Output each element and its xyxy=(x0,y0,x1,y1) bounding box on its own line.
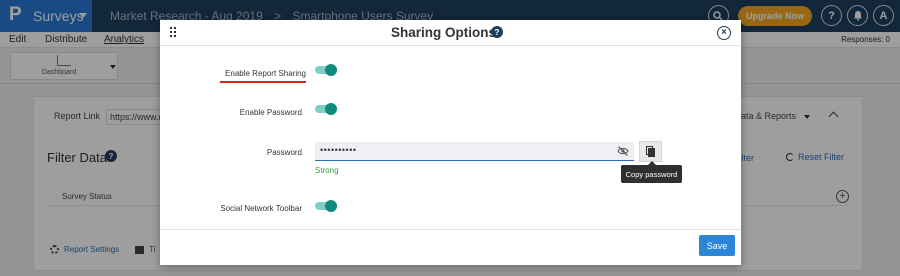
toggle-knob xyxy=(325,64,337,76)
enable-password-label: Enable Password xyxy=(239,108,302,117)
modal-title: Sharing Options xyxy=(391,25,497,40)
help-icon[interactable]: ? xyxy=(491,26,503,38)
eye-off-icon[interactable] xyxy=(617,146,629,156)
footer-divider xyxy=(160,229,741,230)
social-network-toolbar-label: Social Network Toolbar xyxy=(220,204,302,213)
enable-report-sharing-label: Enable Report Sharing xyxy=(225,69,306,78)
highlight-underline xyxy=(220,81,306,83)
toggle-knob xyxy=(325,103,337,115)
drag-handle-icon[interactable] xyxy=(169,26,177,39)
sharing-options-modal: Sharing Options ? × Enable Report Sharin… xyxy=(160,20,741,265)
copy-icon xyxy=(646,146,655,157)
modal-header: Sharing Options ? × xyxy=(160,20,741,46)
copy-password-button[interactable] xyxy=(639,141,662,162)
copy-password-tooltip: Copy password xyxy=(621,161,682,183)
close-button[interactable]: × xyxy=(717,26,731,40)
password-input[interactable]: •••••••••• xyxy=(315,142,634,161)
social-network-toolbar-toggle[interactable] xyxy=(315,200,337,212)
toggle-knob xyxy=(325,200,337,212)
save-button[interactable]: Save xyxy=(699,235,735,256)
password-strength: Strong xyxy=(315,166,339,175)
password-label: Password xyxy=(266,148,302,157)
enable-report-sharing-toggle[interactable] xyxy=(315,64,337,76)
enable-password-toggle[interactable] xyxy=(315,103,337,115)
